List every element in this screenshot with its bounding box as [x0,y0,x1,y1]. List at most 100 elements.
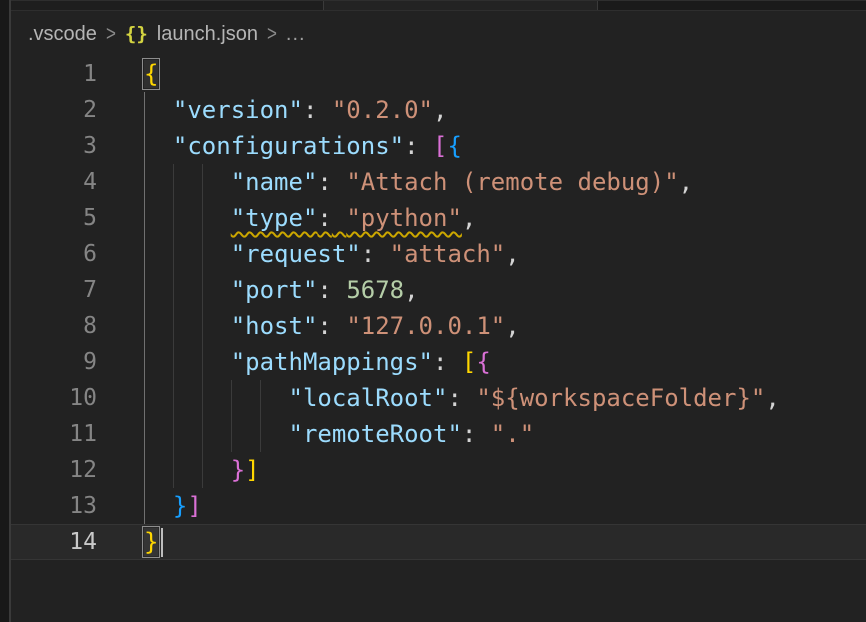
code-area[interactable]: 1{2 "version": "0.2.0",3 "configurations… [11,56,866,560]
code-line[interactable]: 6 "request": "attach", [11,236,866,272]
tab-strip-segment[interactable] [597,1,866,10]
line-number[interactable]: 3 [11,128,97,164]
chevron-right-icon: > [106,22,116,47]
breadcrumb-item-symbol-ellipsis[interactable]: ... [286,23,306,46]
json-braces-icon[interactable]: {} [125,23,148,45]
token: "0.2.0" [332,96,433,124]
code-line[interactable]: 13 }] [11,488,866,524]
token: "port" [231,276,318,304]
token: } [231,456,245,484]
line-number[interactable]: 6 [11,236,97,272]
code-content: "localRoot": "${workspaceFolder}", [144,380,780,416]
code-line[interactable]: 8 "host": "127.0.0.1", [11,308,866,344]
tab-strip-segment[interactable] [11,1,323,10]
token [332,276,346,304]
line-number[interactable]: 1 [11,56,97,92]
line-number[interactable]: 12 [11,452,97,488]
line-number[interactable]: 7 [11,272,97,308]
line-number[interactable]: 14 [11,524,97,560]
code-content: "version": "0.2.0", [144,92,447,128]
token: "type" [231,204,318,232]
code-line[interactable]: 11 "remoteRoot": "." [11,416,866,452]
code-content: "name": "Attach (remote debug)", [144,164,693,200]
code-line[interactable]: 5 "type": "python", [11,200,866,236]
token: : [404,132,418,160]
token: "." [491,420,534,448]
line-number[interactable]: 2 [11,92,97,128]
token: : [462,420,476,448]
code-content: "type": "python", [144,200,476,236]
bracket-match: } [144,528,158,556]
code-line[interactable]: 14} [11,524,866,560]
token: , [765,384,779,412]
token [317,96,331,124]
token: "remoteRoot" [289,420,462,448]
line-number[interactable]: 11 [11,416,97,452]
line-number[interactable]: 8 [11,308,97,344]
line-number[interactable]: 5 [11,200,97,236]
code-line[interactable]: 1{ [11,56,866,92]
token: , [505,312,519,340]
token: : [317,204,331,232]
token [144,384,289,412]
line-number[interactable]: 4 [11,164,97,200]
token: "name" [231,168,318,196]
token: : [447,384,461,412]
tab-strip [11,0,866,11]
token [332,168,346,196]
token [332,204,346,232]
line-number[interactable]: 9 [11,344,97,380]
token: : [317,312,331,340]
code-content: }] [144,452,260,488]
code-line[interactable]: 9 "pathMappings": [{ [11,344,866,380]
chevron-right-icon: > [267,22,277,47]
token: ] [187,492,201,520]
token [144,276,231,304]
token [144,240,231,268]
token: { [447,132,461,160]
token [419,132,433,160]
token: , [679,168,693,196]
warning-squiggle: "type": "python" [231,204,462,232]
token: , [462,204,476,232]
code-content: { [144,56,158,92]
token: , [404,276,418,304]
token: : [317,168,331,196]
token [144,132,173,160]
token: } [173,492,187,520]
breadcrumb-item-vscode-folder[interactable]: .vscode [28,23,97,46]
token: : [361,240,375,268]
token: "Attach (remote debug)" [346,168,678,196]
code-content: } [144,524,158,560]
editor-group-left-border [0,0,11,622]
token: [ [433,132,447,160]
token [144,492,173,520]
token [144,456,231,484]
token: "localRoot" [289,384,448,412]
code-content: "host": "127.0.0.1", [144,308,520,344]
token [144,348,231,376]
code-line[interactable]: 4 "name": "Attach (remote debug)", [11,164,866,200]
code-line[interactable]: 2 "version": "0.2.0", [11,92,866,128]
code-line[interactable]: 7 "port": 5678, [11,272,866,308]
token: "request" [231,240,361,268]
code-line[interactable]: 10 "localRoot": "${workspaceFolder}", [11,380,866,416]
line-number[interactable]: 10 [11,380,97,416]
token [375,240,389,268]
code-content: "port": 5678, [144,272,419,308]
code-line[interactable]: 3 "configurations": [{ [11,128,866,164]
tab-strip-segment[interactable] [323,1,597,10]
token: "attach" [390,240,506,268]
token [447,348,461,376]
code-content: "pathMappings": [{ [144,344,491,380]
token: "python" [346,204,462,232]
code-content: "request": "attach", [144,236,520,272]
line-number[interactable]: 13 [11,488,97,524]
code-line[interactable]: 12 }] [11,452,866,488]
token [144,168,231,196]
token: { [476,348,490,376]
code-content: "configurations": [{ [144,128,462,164]
breadcrumb-item-filename[interactable]: launch.json [157,23,258,46]
token [144,420,289,448]
token [462,384,476,412]
